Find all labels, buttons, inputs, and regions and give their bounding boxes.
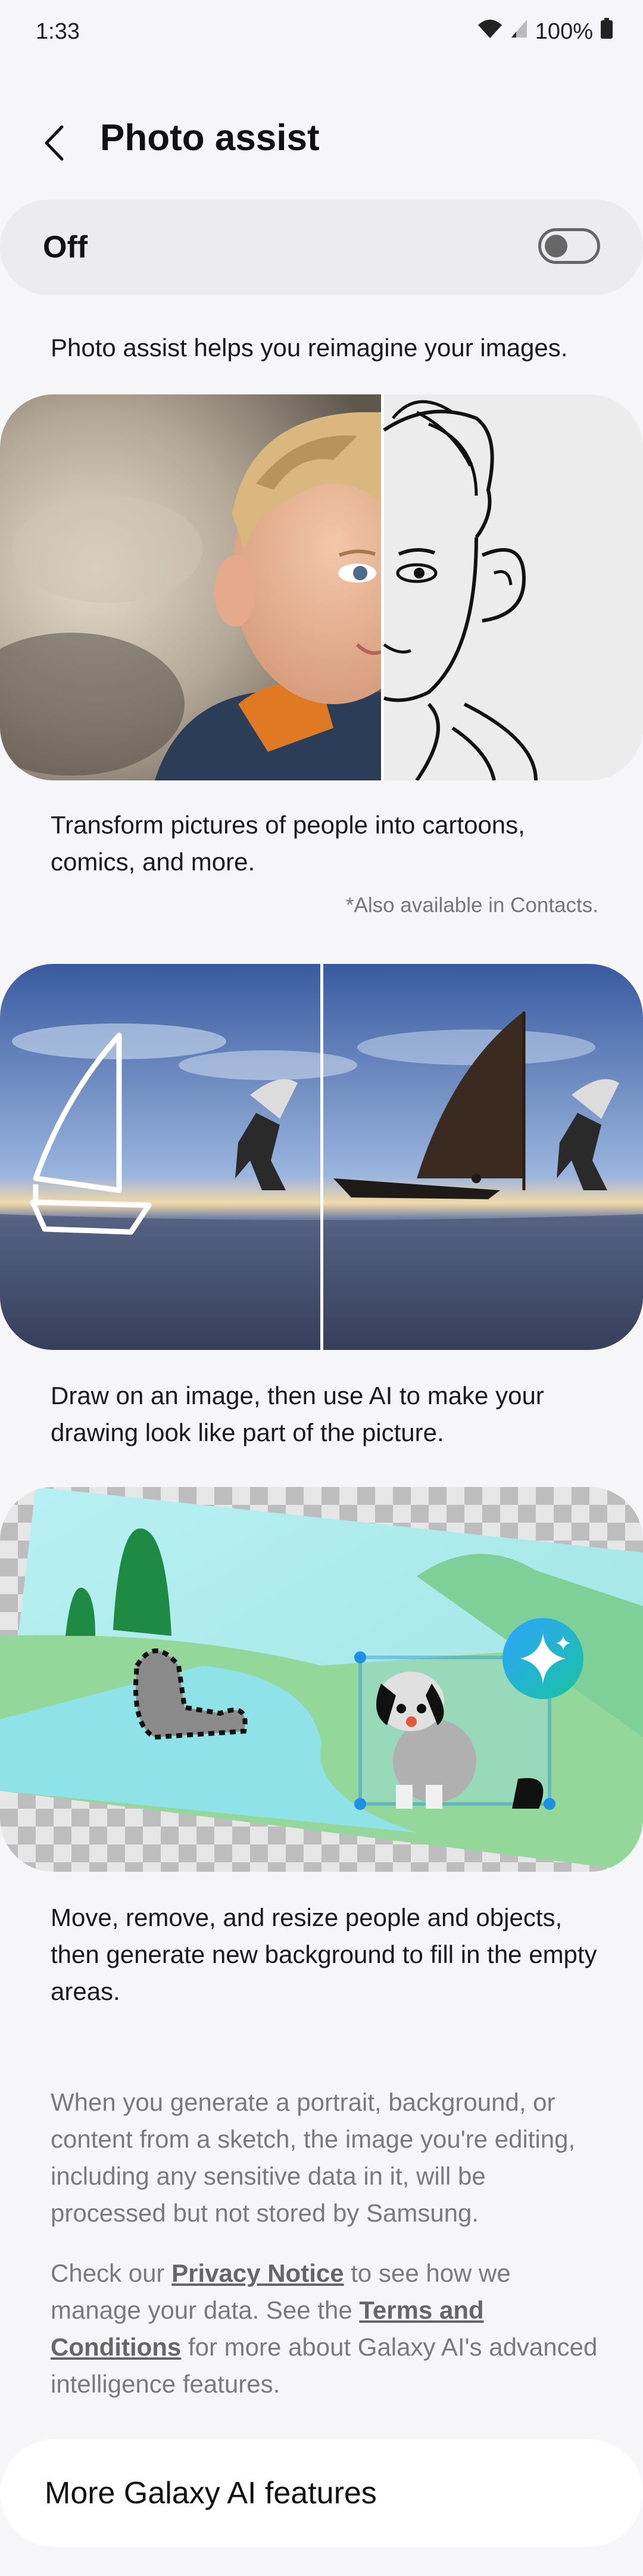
portrait-description: Transform pictures of people into cartoo… [51, 811, 525, 876]
status-icons: 100% [477, 18, 613, 45]
wifi-icon [477, 18, 503, 45]
terms-prefix: Check our [51, 2259, 172, 2287]
status-time: 1:33 [36, 19, 80, 44]
terms-paragraph: Check our Privacy Notice to see how we m… [51, 2255, 598, 2403]
switch-label: Off [43, 230, 88, 265]
chevron-left-icon [45, 125, 64, 161]
status-bar: 1:33 100% [0, 0, 643, 66]
move-description: Move, remove, and resize people and obje… [51, 1903, 597, 2005]
portrait-illustration [0, 394, 643, 780]
object-move-illustration [0, 1487, 643, 1872]
signal-icon [510, 18, 528, 45]
privacy-notice-link[interactable]: Privacy Notice [171, 2259, 344, 2287]
app-header: Photo assist [0, 101, 643, 185]
intro-text: Photo assist helps you reimagine your im… [51, 334, 568, 362]
sketch-illustration [0, 964, 643, 1350]
toggle-knob [545, 235, 567, 257]
master-switch-row[interactable]: Off [0, 200, 643, 295]
more-galaxy-ai-button[interactable]: More Galaxy AI features [0, 2440, 643, 2547]
master-toggle[interactable] [538, 228, 600, 264]
page-title: Photo assist [100, 117, 320, 158]
more-button-label: More Galaxy AI features [45, 2476, 377, 2510]
portrait-note: *Also available in Contacts. [345, 894, 598, 917]
privacy-paragraph: When you generate a portrait, background… [51, 2088, 576, 2227]
sketch-description: Draw on an image, then use AI to make yo… [51, 1382, 544, 1446]
battery-percent: 100% [535, 18, 593, 44]
battery-icon [600, 18, 613, 45]
back-button[interactable] [37, 119, 73, 167]
